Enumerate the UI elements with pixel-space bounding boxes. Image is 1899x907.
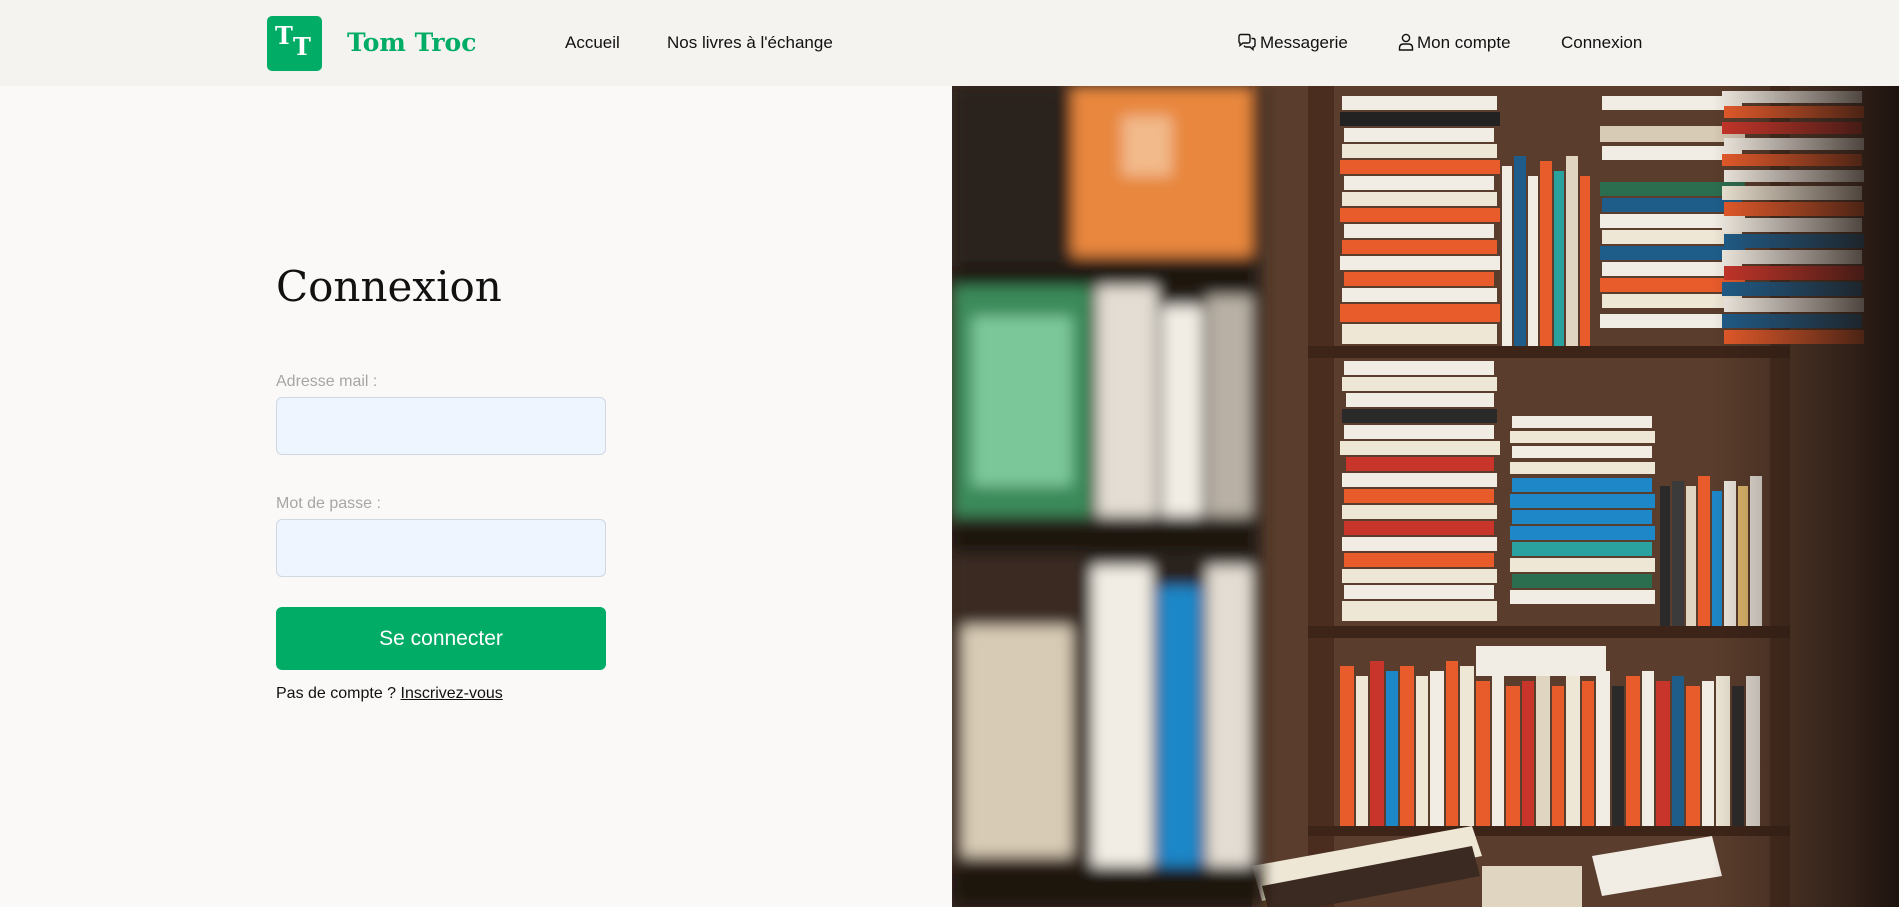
nav-messagerie[interactable]: Messagerie (1237, 33, 1348, 56)
nav-connexion[interactable]: Connexion (1561, 33, 1642, 53)
nav-livres[interactable]: Nos livres à l'échange (667, 33, 833, 53)
logo-letter-2: T (293, 32, 311, 61)
logo[interactable]: T T (267, 16, 322, 71)
user-icon (1398, 33, 1414, 56)
password-label: Mot de passe : (276, 495, 381, 512)
email-field[interactable] (276, 397, 606, 455)
chat-bubbles-icon (1237, 33, 1257, 56)
site-header: T T Tom Troc Accueil Nos livres à l'écha… (0, 0, 1899, 86)
signup-prompt-text: Pas de compte ? (276, 685, 397, 702)
page-title: Connexion (276, 262, 502, 311)
nav-mon-compte[interactable]: Mon compte (1398, 33, 1511, 56)
login-button[interactable]: Se connecter (276, 607, 606, 670)
nav-messagerie-label: Messagerie (1260, 33, 1348, 52)
password-field[interactable] (276, 519, 606, 577)
nav-mon-compte-label: Mon compte (1417, 33, 1511, 52)
email-label: Adresse mail : (276, 373, 378, 390)
nav-accueil[interactable]: Accueil (565, 33, 620, 53)
brand-name[interactable]: Tom Troc (347, 28, 476, 58)
signup-link[interactable]: Inscrivez-vous (401, 685, 503, 702)
signup-prompt: Pas de compte ? Inscrivez-vous (276, 684, 503, 704)
bookshelves-photo (952, 86, 1899, 907)
logo-letter-1: T (275, 21, 293, 50)
